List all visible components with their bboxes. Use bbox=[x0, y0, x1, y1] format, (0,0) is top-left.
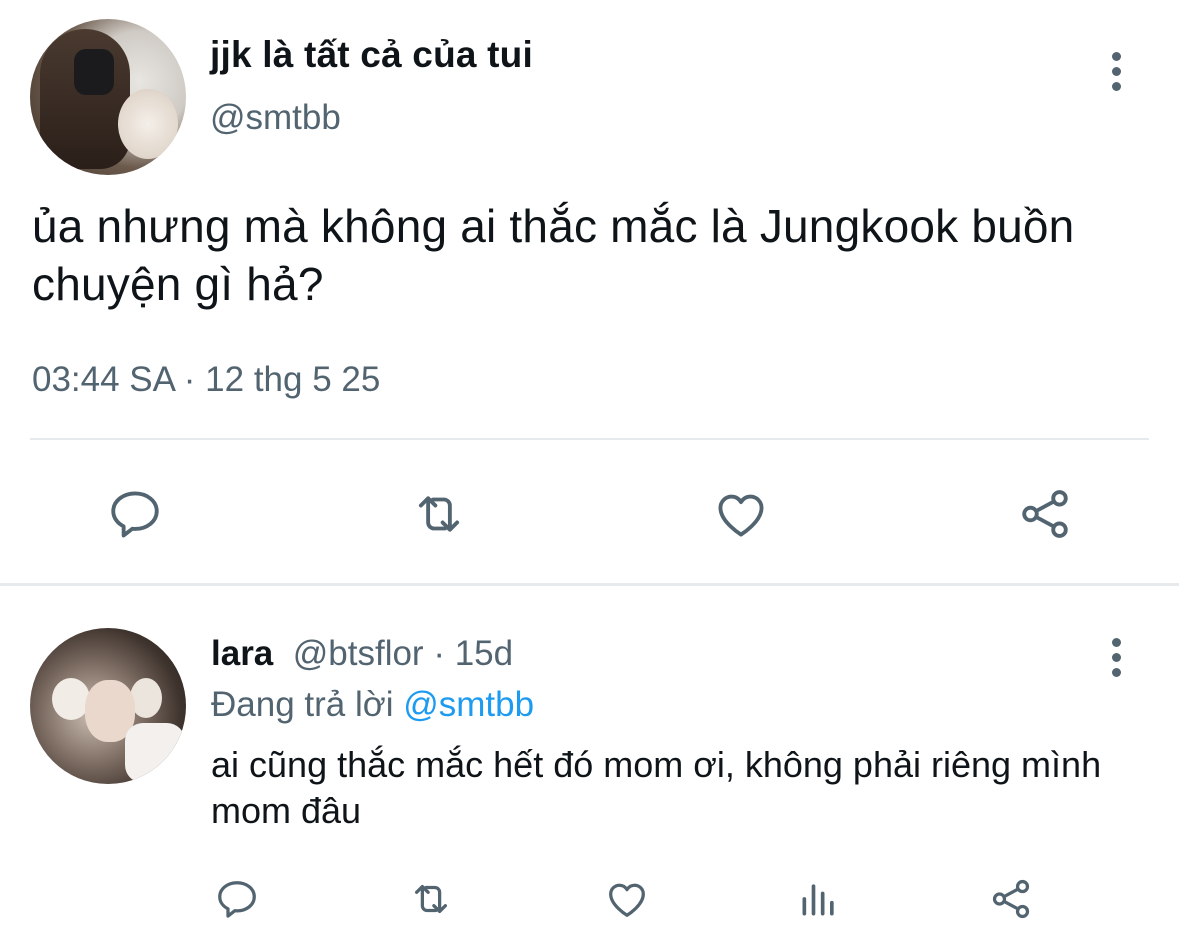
thread-separator bbox=[0, 583, 1179, 586]
retweet-button[interactable] bbox=[406, 483, 472, 545]
reply-handle[interactable]: @btsflor bbox=[283, 634, 424, 673]
share-icon bbox=[992, 879, 1030, 919]
tweet-text: ủa nhưng mà không ai thắc mắc là Jungkoo… bbox=[32, 200, 1075, 310]
share-button[interactable] bbox=[1014, 483, 1076, 545]
more-options-icon[interactable] bbox=[1109, 638, 1123, 677]
reply-comment-button[interactable] bbox=[212, 876, 262, 922]
tweet-detail-page: jjk là tất cả của tui @smtbb ủa nhưng mà… bbox=[0, 0, 1179, 947]
replying-to: Đang trả lời @smtbb bbox=[211, 685, 534, 725]
divider bbox=[30, 438, 1149, 440]
reply-display-name[interactable]: lara bbox=[211, 634, 273, 673]
reply-share-button[interactable] bbox=[986, 876, 1036, 922]
views-icon bbox=[802, 884, 834, 916]
reply-age: 15d bbox=[454, 634, 514, 673]
like-icon bbox=[609, 883, 645, 917]
comment-icon bbox=[218, 881, 256, 918]
reply-retweet-button[interactable] bbox=[404, 876, 458, 922]
like-icon bbox=[718, 494, 764, 537]
like-button[interactable] bbox=[710, 483, 772, 545]
headphones-shape bbox=[74, 49, 114, 95]
replying-prefix: Đang trả lời bbox=[211, 685, 394, 724]
retweet-icon bbox=[418, 496, 460, 532]
display-name[interactable]: jjk là tất cả của tui bbox=[210, 34, 533, 76]
avatar[interactable] bbox=[30, 19, 186, 175]
comment-icon bbox=[111, 491, 159, 538]
reply-text: ai cũng thắc mắc hết đó mom ơi, không ph… bbox=[211, 744, 1102, 831]
dog-shape bbox=[118, 89, 178, 159]
replying-mention[interactable]: @smtbb bbox=[403, 685, 534, 724]
main-tweet: jjk là tất cả của tui @smtbb ủa nhưng mà… bbox=[0, 0, 1179, 586]
reply-like-button[interactable] bbox=[602, 876, 652, 922]
tweet-timestamp[interactable]: 03:44 SA · 12 thg 5 25 bbox=[32, 360, 380, 400]
more-options-icon[interactable] bbox=[1109, 52, 1123, 91]
reply-separator: · bbox=[423, 634, 455, 673]
retweet-icon bbox=[414, 884, 448, 914]
reply-views-button[interactable] bbox=[796, 876, 842, 922]
user-handle[interactable]: @smtbb bbox=[210, 98, 341, 138]
reply-header: lara @btsflor · 15d bbox=[211, 634, 513, 674]
share-icon bbox=[1022, 490, 1068, 538]
comment-button[interactable] bbox=[104, 483, 166, 545]
reply-avatar[interactable] bbox=[30, 628, 186, 784]
sleeve-shape bbox=[125, 723, 185, 783]
